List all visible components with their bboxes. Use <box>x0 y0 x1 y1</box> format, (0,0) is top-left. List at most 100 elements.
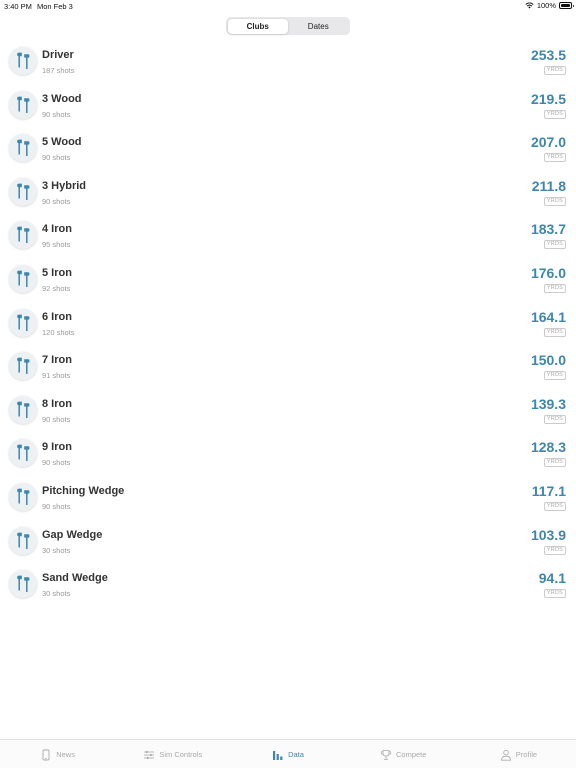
wifi-icon <box>525 2 534 9</box>
club-shot-count: 90 shots <box>42 414 71 424</box>
distance-unit: YRDS <box>543 589 566 599</box>
tab-compete[interactable]: Compete <box>346 740 461 768</box>
status-date: Mon Feb 3 <box>37 2 73 11</box>
club-list: Driver 187 shots 253.5 YRDS 3 Wood 90 sh… <box>0 40 576 607</box>
distance-unit: YRDS <box>543 545 566 555</box>
golf-clubs-icon <box>9 90 37 119</box>
distance-unit: YRDS <box>543 283 566 293</box>
golf-clubs-icon <box>9 308 37 337</box>
tab-sim-controls-label: Sim Controls <box>159 750 203 759</box>
club-shot-count: 90 shots <box>42 109 71 119</box>
person-icon <box>500 749 511 761</box>
golf-clubs-icon <box>9 482 37 511</box>
segment-dates[interactable]: Dates <box>288 19 349 34</box>
club-name: 3 Hybrid <box>42 179 87 192</box>
golf-clubs-icon <box>9 352 37 381</box>
club-row[interactable]: Sand Wedge 30 shots 94.1 YRDS <box>0 563 576 607</box>
club-name: Pitching Wedge <box>42 484 125 497</box>
club-distance: 176.0 <box>530 264 566 281</box>
tab-news-label: News <box>56 750 75 759</box>
distance-unit: YRDS <box>543 327 566 337</box>
club-name: 4 Iron <box>42 223 72 236</box>
club-row[interactable]: Driver 187 shots 253.5 YRDS <box>0 40 576 84</box>
club-name: Sand Wedge <box>42 572 108 585</box>
club-name: 8 Iron <box>42 397 72 410</box>
tab-compete-label: Compete <box>395 750 427 759</box>
status-time: 3:40 PM <box>4 2 32 11</box>
club-shot-count: 95 shots <box>42 240 71 250</box>
status-bar: 3:40 PM Mon Feb 3 100% <box>0 0 576 12</box>
golf-clubs-icon <box>9 177 37 206</box>
club-shot-count: 90 shots <box>42 153 71 163</box>
distance-unit: YRDS <box>543 458 566 468</box>
club-name: 5 Iron <box>42 266 72 279</box>
segment-clubs[interactable]: Clubs <box>227 18 288 34</box>
club-distance: 94.1 <box>538 570 566 587</box>
club-distance: 219.5 <box>530 90 566 107</box>
trophy-icon <box>380 749 392 760</box>
tab-sim-controls[interactable]: Sim Controls <box>115 740 230 768</box>
club-row[interactable]: 9 Iron 90 shots 128.3 YRDS <box>0 432 576 476</box>
distance-unit: YRDS <box>543 414 566 424</box>
club-name: Driver <box>42 49 74 61</box>
club-row[interactable]: 6 Iron 120 shots 164.1 YRDS <box>0 302 576 346</box>
sliders-icon <box>144 750 155 759</box>
club-distance: 164.1 <box>530 308 566 325</box>
bar-chart-icon <box>273 750 283 760</box>
golf-clubs-icon <box>9 526 37 555</box>
club-row[interactable]: 8 Iron 90 shots 139.3 YRDS <box>0 389 576 433</box>
club-row[interactable]: 7 Iron 91 shots 150.0 YRDS <box>0 345 576 389</box>
golf-clubs-icon <box>9 570 37 599</box>
distance-unit: YRDS <box>543 196 566 206</box>
club-distance: 211.8 <box>531 177 566 194</box>
club-row[interactable]: Pitching Wedge 90 shots 117.1 YRDS <box>0 476 576 520</box>
tab-data[interactable]: Data <box>230 740 345 768</box>
club-distance: 139.3 <box>530 395 566 412</box>
club-distance: 117.1 <box>531 482 566 499</box>
tab-profile-label: Profile <box>515 750 538 759</box>
club-shot-count: 90 shots <box>42 458 71 468</box>
club-distance: 150.0 <box>530 352 566 369</box>
distance-unit: YRDS <box>543 371 566 381</box>
club-shot-count: 92 shots <box>42 283 71 293</box>
club-distance: 207.0 <box>530 134 566 151</box>
club-row[interactable]: 4 Iron 95 shots 183.7 YRDS <box>0 214 576 258</box>
club-distance: 128.3 <box>530 439 566 456</box>
tab-news[interactable]: News <box>0 740 115 768</box>
club-name: 7 Iron <box>42 354 72 367</box>
club-row[interactable]: 3 Hybrid 90 shots 211.8 YRDS <box>0 171 576 215</box>
tab-bar: News Sim Controls Data Compete Profile <box>0 739 576 768</box>
club-shot-count: 30 shots <box>42 545 71 555</box>
battery-percent: 100% <box>536 1 556 10</box>
club-distance: 103.9 <box>530 526 566 543</box>
club-name: Gap Wedge <box>42 528 103 541</box>
golf-clubs-icon <box>9 395 37 424</box>
distance-unit: YRDS <box>543 240 566 250</box>
club-name: 3 Wood <box>42 92 82 105</box>
club-shot-count: 91 shots <box>42 371 71 381</box>
distance-unit: YRDS <box>543 501 566 511</box>
golf-clubs-icon <box>9 47 37 75</box>
club-shot-count: 120 shots <box>42 327 75 337</box>
club-row[interactable]: 5 Iron 92 shots 176.0 YRDS <box>0 258 576 302</box>
club-shot-count: 30 shots <box>42 589 71 599</box>
club-shot-count: 90 shots <box>42 196 71 206</box>
club-row[interactable]: 5 Wood 90 shots 207.0 YRDS <box>0 127 576 171</box>
club-name: 9 Iron <box>42 441 72 454</box>
club-distance: 183.7 <box>530 221 566 238</box>
distance-unit: YRDS <box>543 109 566 119</box>
club-shot-count: 90 shots <box>42 501 71 511</box>
tab-data-label: Data <box>288 750 304 759</box>
golf-clubs-icon <box>9 221 37 250</box>
tab-profile[interactable]: Profile <box>461 740 576 768</box>
distance-unit: YRDS <box>543 66 566 75</box>
club-name: 5 Wood <box>42 136 82 149</box>
view-segmented-control: Clubs Dates <box>226 17 350 35</box>
phone-icon <box>42 749 50 760</box>
battery-icon <box>559 2 574 9</box>
club-row[interactable]: 3 Wood 90 shots 219.5 YRDS <box>0 84 576 128</box>
club-row[interactable]: Gap Wedge 30 shots 103.9 YRDS <box>0 520 576 564</box>
golf-clubs-icon <box>9 134 37 163</box>
status-indicators: 100% <box>525 1 574 10</box>
golf-clubs-icon <box>9 264 37 293</box>
